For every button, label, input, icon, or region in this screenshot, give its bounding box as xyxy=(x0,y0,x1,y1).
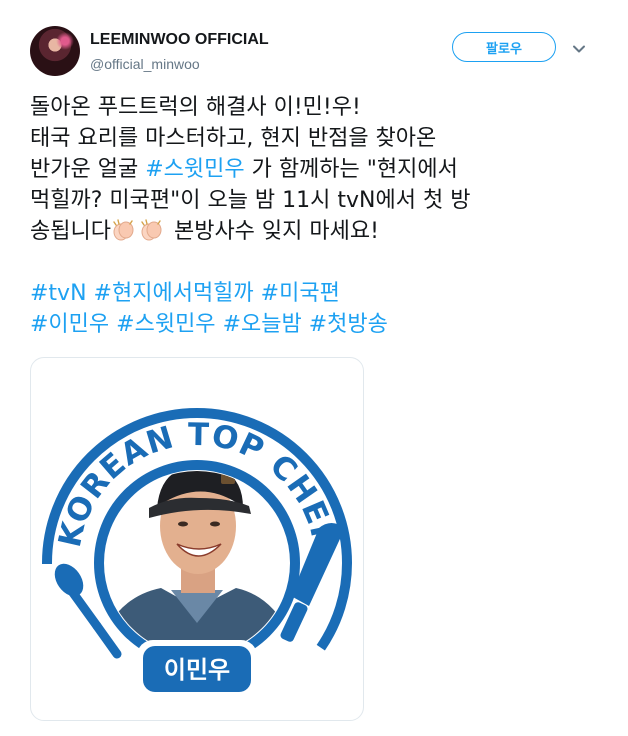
user-handle[interactable]: @official_minwoo xyxy=(90,56,200,72)
tweet-line-3: 반가운 얼굴 #스윗민우 가 함께하는 "현지에서 xyxy=(30,154,600,185)
follow-button[interactable]: 팔로우 xyxy=(452,32,556,62)
hashtag-link[interactable]: #스윗민우 xyxy=(145,157,244,182)
clapping-hands-icon xyxy=(139,218,165,242)
hashtag-link[interactable]: #오늘밤 xyxy=(223,312,302,337)
avatar[interactable] xyxy=(30,26,80,76)
tweet-text-segment: 가 함께하는 "현지에서 xyxy=(244,157,458,182)
hashtag-link[interactable]: #미국편 xyxy=(261,281,340,306)
tweet-header: LEEMINWOO OFFICIAL @official_minwoo 팔로우 xyxy=(30,26,600,78)
hashtag-link[interactable]: #현지에서먹힐까 xyxy=(94,281,254,306)
hashtag-line-2: #이민우 #스윗민우 #오늘밤 #첫방송 xyxy=(30,309,600,340)
tweet-line-2: 태국 요리를 마스터하고, 현지 반점을 찾아온 xyxy=(30,126,437,151)
tweet-text-segment: 본방사수 잊지 마세요! xyxy=(166,219,379,244)
hashtag-link[interactable]: #tvN xyxy=(30,281,87,306)
tweet-line-4: 먹힐까? 미국편"이 오늘 밤 11시 tvN에서 첫 방 xyxy=(30,188,471,213)
chef-portrait xyxy=(105,471,289,655)
tweet-text: 돌아온 푸드트럭의 해결사 이!민!우! 태국 요리를 마스터하고, 현지 반점… xyxy=(30,92,600,340)
display-name[interactable]: LEEMINWOO OFFICIAL xyxy=(90,31,269,49)
hashtag-link[interactable]: #이민우 xyxy=(30,312,109,337)
name-plate-text: 이민우 xyxy=(164,656,230,684)
hashtag-line-1: #tvN #현지에서먹힐까 #미국편 xyxy=(30,278,600,309)
hashtag-link[interactable]: #스윗민우 xyxy=(116,312,215,337)
tweet-text-segment: 반가운 얼굴 xyxy=(30,157,146,182)
chevron-down-icon[interactable] xyxy=(570,40,588,58)
korean-top-chef-logo: KOREAN TOP CHEF xyxy=(42,408,352,718)
clapping-hands-icon xyxy=(111,218,137,242)
tweet-line-5: 송됩니다 본방사수 잊지 마세요! xyxy=(30,216,600,247)
tweet-line-1: 돌아온 푸드트럭의 해결사 이!민!우! xyxy=(30,95,361,120)
tweet-media-image[interactable]: KOREAN TOP CHEF xyxy=(30,357,364,721)
tweet-text-segment: 송됩니다 xyxy=(30,219,111,244)
hashtag-link[interactable]: #첫방송 xyxy=(309,312,388,337)
